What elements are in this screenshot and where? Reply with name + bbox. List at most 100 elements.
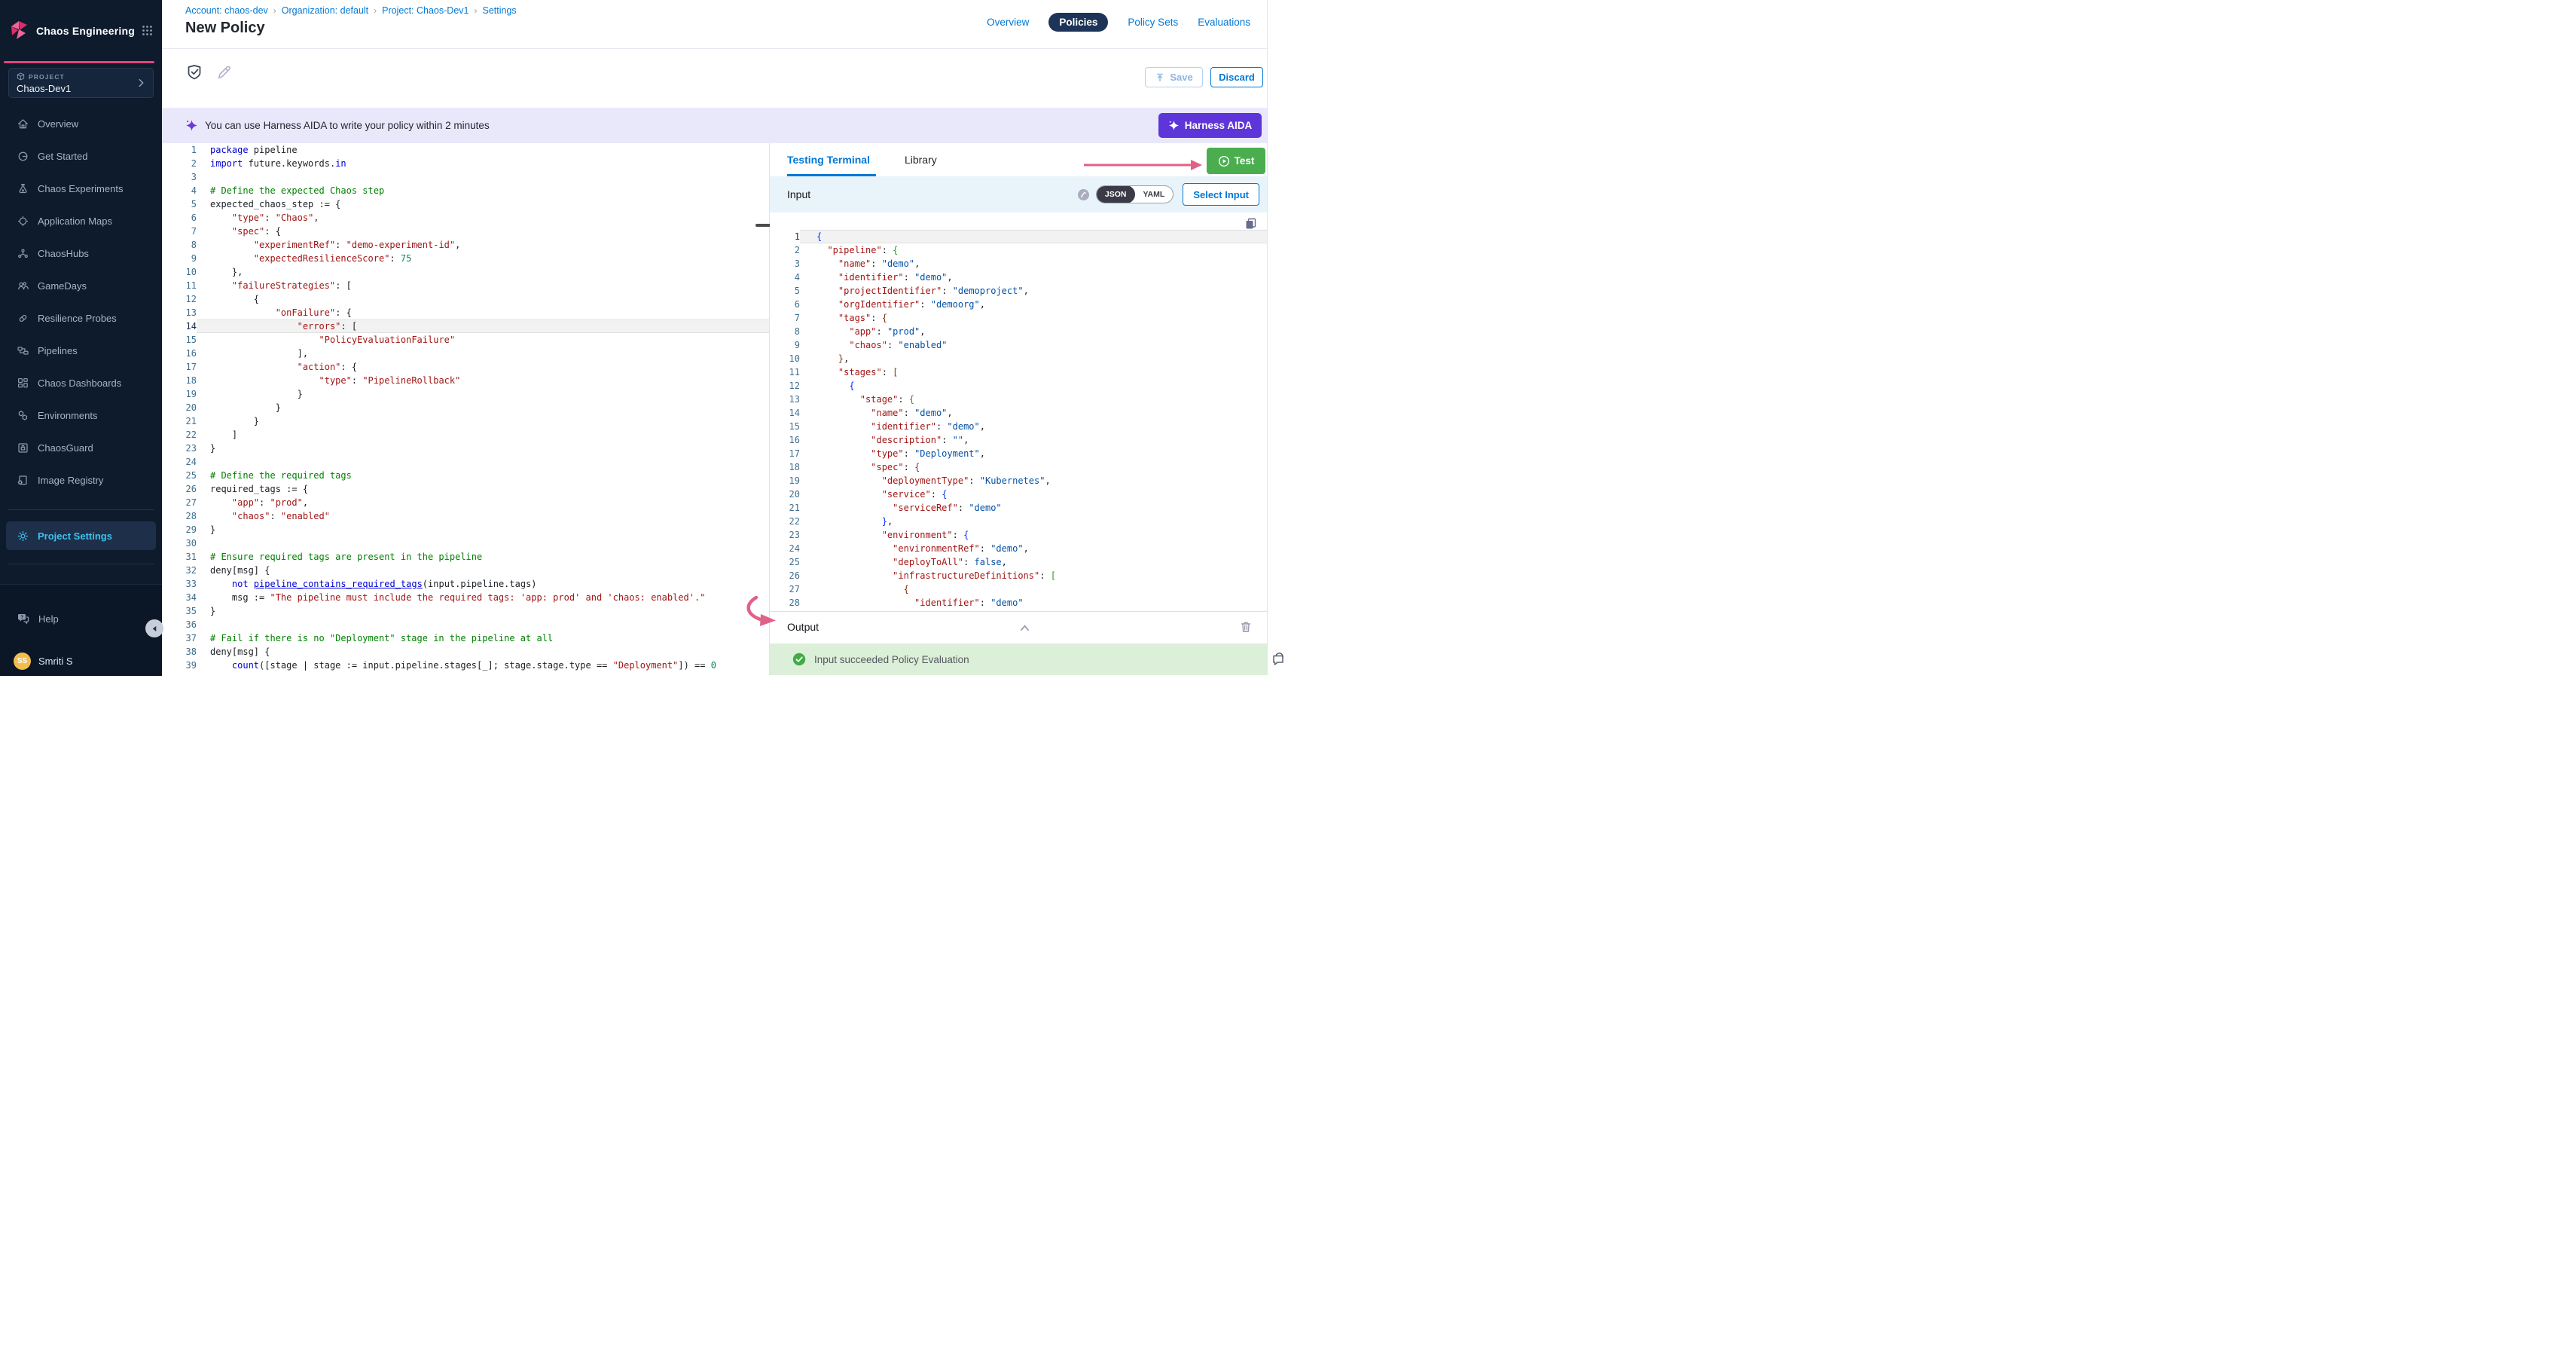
code-line-21[interactable]: 21 } <box>162 414 769 428</box>
format-icon[interactable] <box>1077 188 1090 201</box>
sidebar-item-image-registry[interactable]: Image Registry <box>0 470 162 490</box>
code-line-14[interactable]: 14 "name": "demo", <box>770 406 1267 420</box>
breadcrumb-item[interactable]: Account: chaos-dev <box>185 5 268 16</box>
code-line-31[interactable]: 31# Ensure required tags are present in … <box>162 550 769 564</box>
code-line-9[interactable]: 9 "expectedResilienceScore": 75 <box>162 252 769 265</box>
edit-pencil-icon[interactable] <box>215 63 233 81</box>
code-line-3[interactable]: 3 <box>162 170 769 184</box>
code-line-3[interactable]: 3 "name": "demo", <box>770 257 1267 271</box>
code-line-27[interactable]: 27 { <box>770 582 1267 596</box>
chevron-up-icon[interactable] <box>1018 622 1031 634</box>
code-line-22[interactable]: 22 }, <box>770 515 1267 528</box>
breadcrumb-item[interactable]: Project: Chaos-Dev1 <box>382 5 469 16</box>
code-line-24[interactable]: 24 <box>162 455 769 469</box>
code-line-24[interactable]: 24 "environmentRef": "demo", <box>770 542 1267 555</box>
code-line-17[interactable]: 17 "action": { <box>162 360 769 374</box>
code-line-21[interactable]: 21 "serviceRef": "demo" <box>770 501 1267 515</box>
code-line-10[interactable]: 10 }, <box>770 352 1267 365</box>
sidebar-item-chaos-experiments[interactable]: Chaos Experiments <box>0 179 162 198</box>
module-grid-icon[interactable] <box>142 25 153 36</box>
test-button[interactable]: Test <box>1207 148 1265 174</box>
code-line-14[interactable]: 14 "errors": [ <box>162 319 769 333</box>
code-line-23[interactable]: 23} <box>162 442 769 455</box>
code-line-26[interactable]: 26 "infrastructureDefinitions": [ <box>770 569 1267 582</box>
code-line-12[interactable]: 12 { <box>162 292 769 306</box>
user-menu[interactable]: SS Smriti S <box>14 653 73 670</box>
code-line-28[interactable]: 28 "chaos": "enabled" <box>162 509 769 523</box>
code-line-9[interactable]: 9 "chaos": "enabled" <box>770 338 1267 352</box>
tab-evaluations[interactable]: Evaluations <box>1198 17 1250 28</box>
project-selector[interactable]: PROJECT Chaos-Dev1 <box>8 68 154 98</box>
code-line-15[interactable]: 15 "identifier": "demo", <box>770 420 1267 433</box>
format-option-json[interactable]: JSON <box>1097 185 1135 203</box>
tab-testing-terminal[interactable]: Testing Terminal <box>787 154 870 166</box>
code-line-15[interactable]: 15 "PolicyEvaluationFailure" <box>162 333 769 347</box>
code-line-2[interactable]: 2 "pipeline": { <box>770 243 1267 257</box>
tab-library[interactable]: Library <box>905 154 937 166</box>
code-line-25[interactable]: 25 "deployToAll": false, <box>770 555 1267 569</box>
copy-icon[interactable] <box>1244 217 1257 230</box>
sidebar-item-project-settings[interactable]: Project Settings <box>6 521 156 550</box>
discard-button[interactable]: Discard <box>1210 67 1263 87</box>
code-line-16[interactable]: 16 "description": "", <box>770 433 1267 447</box>
select-input-button[interactable]: Select Input <box>1183 183 1259 206</box>
breadcrumb-item[interactable]: Organization: default <box>282 5 368 16</box>
support-chat-icon[interactable] <box>1271 653 1286 668</box>
code-line-22[interactable]: 22 ] <box>162 428 769 442</box>
code-line-8[interactable]: 8 "app": "prod", <box>770 325 1267 338</box>
breadcrumb-item[interactable]: Settings <box>482 5 516 16</box>
code-line-25[interactable]: 25# Define the required tags <box>162 469 769 482</box>
code-line-4[interactable]: 4# Define the expected Chaos step <box>162 184 769 197</box>
save-button[interactable]: Save <box>1145 67 1203 87</box>
sidebar-item-pipelines[interactable]: Pipelines <box>0 341 162 360</box>
code-line-33[interactable]: 33 not pipeline_contains_required_tags(i… <box>162 577 769 591</box>
code-line-32[interactable]: 32deny[msg] { <box>162 564 769 577</box>
code-line-11[interactable]: 11 "stages": [ <box>770 365 1267 379</box>
code-line-12[interactable]: 12 { <box>770 379 1267 393</box>
sidebar-item-get-started[interactable]: Get Started <box>0 146 162 166</box>
code-line-18[interactable]: 18 "type": "PipelineRollback" <box>162 374 769 387</box>
trash-icon[interactable] <box>1239 620 1253 634</box>
code-line-28[interactable]: 28 "identifier": "demo" <box>770 596 1267 610</box>
code-line-7[interactable]: 7 "spec": { <box>162 225 769 238</box>
code-line-36[interactable]: 36 <box>162 618 769 631</box>
code-line-5[interactable]: 5 "projectIdentifier": "demoproject", <box>770 284 1267 298</box>
code-line-20[interactable]: 20 "service": { <box>770 488 1267 501</box>
code-line-39[interactable]: 39 count([stage | stage := input.pipelin… <box>162 659 769 672</box>
input-code-editor[interactable]: 1{2 "pipeline": {3 "name": "demo",4 "ide… <box>770 230 1267 611</box>
code-line-7[interactable]: 7 "tags": { <box>770 311 1267 325</box>
sidebar-collapse-button[interactable] <box>145 619 163 637</box>
sidebar-item-environments[interactable]: Environments <box>0 405 162 425</box>
sidebar-item-chaosguard[interactable]: ChaosGuard <box>0 438 162 457</box>
code-line-30[interactable]: 30 <box>162 536 769 550</box>
format-option-yaml[interactable]: YAML <box>1135 185 1174 203</box>
code-line-17[interactable]: 17 "type": "Deployment", <box>770 447 1267 460</box>
code-line-6[interactable]: 6 "type": "Chaos", <box>162 211 769 225</box>
code-line-11[interactable]: 11 "failureStrategies": [ <box>162 279 769 292</box>
code-line-8[interactable]: 8 "experimentRef": "demo-experiment-id", <box>162 238 769 252</box>
code-line-23[interactable]: 23 "environment": { <box>770 528 1267 542</box>
code-line-38[interactable]: 38deny[msg] { <box>162 645 769 659</box>
code-line-26[interactable]: 26required_tags := { <box>162 482 769 496</box>
code-line-1[interactable]: 1package pipeline <box>162 143 769 157</box>
code-line-13[interactable]: 13 "stage": { <box>770 393 1267 406</box>
sidebar-item-application-maps[interactable]: Application Maps <box>0 211 162 231</box>
code-line-18[interactable]: 18 "spec": { <box>770 460 1267 474</box>
code-line-5[interactable]: 5expected_chaos_step := { <box>162 197 769 211</box>
code-line-16[interactable]: 16 ], <box>162 347 769 360</box>
sidebar-item-chaoshubs[interactable]: ChaosHubs <box>0 243 162 263</box>
policy-code-editor[interactable]: 1package pipeline2import future.keywords… <box>162 143 769 675</box>
sidebar-item-chaos-dashboards[interactable]: Chaos Dashboards <box>0 373 162 393</box>
policy-shield-check-icon[interactable] <box>185 63 203 81</box>
tab-policies[interactable]: Policies <box>1048 13 1108 32</box>
code-line-10[interactable]: 10 }, <box>162 265 769 279</box>
sidebar-item-resilience-probes[interactable]: Resilience Probes <box>0 308 162 328</box>
code-line-35[interactable]: 35} <box>162 604 769 618</box>
code-line-37[interactable]: 37# Fail if there is no "Deployment" sta… <box>162 631 769 645</box>
tab-policy-sets[interactable]: Policy Sets <box>1128 17 1178 28</box>
harness-aida-button[interactable]: Harness AIDA <box>1158 113 1262 138</box>
format-toggle[interactable]: JSONYAML <box>1096 185 1174 203</box>
code-line-29[interactable]: 29} <box>162 523 769 536</box>
code-line-1[interactable]: 1{ <box>770 230 1267 243</box>
code-line-34[interactable]: 34 msg := "The pipeline must include the… <box>162 591 769 604</box>
